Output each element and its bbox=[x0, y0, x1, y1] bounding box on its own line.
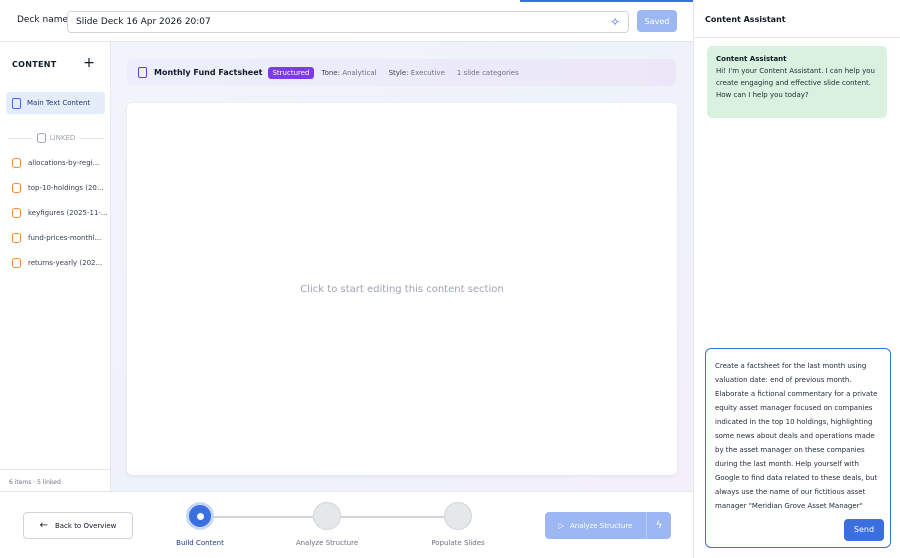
message-author: Content Assistant bbox=[716, 55, 787, 63]
back-to-overview-button[interactable]: ← Back to Overview bbox=[23, 512, 133, 539]
linked-item-label: top-10-holdings (20... bbox=[28, 184, 104, 192]
assistant-message: Content Assistant Hi! I'm your Content A… bbox=[707, 46, 887, 118]
sidebar-item-main-text-content[interactable]: Main Text Content bbox=[6, 92, 105, 114]
style-meta: Style: Executive bbox=[389, 69, 445, 77]
style-key: Style: bbox=[388, 68, 409, 77]
linked-item-label: allocations-by-regi... bbox=[28, 159, 100, 167]
tone-key: Tone: bbox=[321, 68, 340, 77]
linked-item-label: fund-prices-monthl... bbox=[28, 234, 102, 242]
add-content-icon[interactable]: + bbox=[83, 55, 95, 71]
saved-button[interactable]: Saved bbox=[637, 10, 677, 32]
bottom-bar: ← Back to Overview Build Content Analyze… bbox=[0, 491, 693, 558]
editor-placeholder: Click to start editing this content sect… bbox=[300, 283, 504, 295]
play-icon: ▷ bbox=[558, 521, 564, 530]
chat-input-text[interactable]: Create a factsheet for the last month us… bbox=[715, 359, 881, 519]
database-icon bbox=[36, 133, 46, 143]
analyze-label: Analyze Structure bbox=[570, 521, 633, 530]
step-label-populate: Populate Slides bbox=[431, 539, 485, 547]
linked-item-label: keyfigures (2025-11-... bbox=[28, 209, 108, 217]
sidebar-footer: 6 items · 5 linked bbox=[0, 469, 111, 491]
linked-item[interactable]: keyfigures (2025-11-... bbox=[12, 208, 108, 218]
lightning-icon[interactable]: ϟ bbox=[647, 520, 671, 531]
linked-item[interactable]: allocations-by-regi... bbox=[12, 158, 99, 168]
app-window: Deck name Slide Deck 16 Apr 2026 20:07 ✧… bbox=[0, 0, 900, 558]
sidebar-item-label: Main Text Content bbox=[27, 99, 91, 107]
step-populate-slides[interactable] bbox=[444, 502, 472, 530]
database-icon bbox=[12, 158, 21, 168]
tone-value: Analytical bbox=[342, 68, 377, 77]
active-step-dot bbox=[197, 513, 204, 520]
linked-item[interactable]: returns-yearly (202... bbox=[12, 258, 102, 268]
top-bar: Deck name Slide Deck 16 Apr 2026 20:07 ✧… bbox=[0, 0, 693, 42]
content-sidebar: CONTENT + Main Text Content LINKED alloc… bbox=[0, 42, 111, 491]
progress-accent bbox=[520, 0, 693, 2]
deck-name-label: Deck name bbox=[17, 15, 69, 25]
clipboard-icon bbox=[138, 67, 147, 78]
step-label-build: Build Content bbox=[176, 539, 224, 547]
database-icon bbox=[12, 258, 21, 268]
back-button-label: Back to Overview bbox=[54, 521, 117, 530]
status-badge: Structured bbox=[268, 66, 314, 79]
arrow-left-icon: ← bbox=[39, 520, 48, 531]
database-icon bbox=[12, 233, 21, 243]
analyze-structure-button[interactable]: ▷ Analyze Structure ϟ bbox=[545, 512, 671, 539]
step-label-analyze: Analyze Structure bbox=[295, 539, 359, 547]
linked-label: LINKED bbox=[49, 134, 76, 142]
step-analyze-structure[interactable] bbox=[313, 502, 341, 530]
analyze-main[interactable]: ▷ Analyze Structure bbox=[545, 522, 646, 530]
divider bbox=[694, 37, 900, 38]
content-editor[interactable]: Click to start editing this content sect… bbox=[127, 103, 677, 475]
document-icon bbox=[12, 97, 21, 109]
factsheet-title: Monthly Fund Factsheet bbox=[154, 68, 263, 77]
linked-divider: LINKED bbox=[8, 133, 105, 143]
chat-input[interactable]: Create a factsheet for the last month us… bbox=[705, 348, 891, 548]
database-icon bbox=[12, 208, 21, 218]
linked-item[interactable]: fund-prices-monthl... bbox=[12, 233, 101, 243]
sparkle-icon[interactable]: ✧ bbox=[610, 12, 620, 32]
content-header: CONTENT bbox=[12, 60, 57, 69]
linked-item[interactable]: top-10-holdings (20... bbox=[12, 183, 104, 193]
send-button[interactable]: Send bbox=[844, 519, 884, 541]
content-assistant-panel: Content Assistant Content Assistant Hi! … bbox=[693, 0, 900, 558]
divider-line bbox=[8, 137, 33, 139]
deck-name-input[interactable]: Slide Deck 16 Apr 2026 20:07 ✧ bbox=[67, 11, 629, 33]
deck-name-value: Slide Deck 16 Apr 2026 20:07 bbox=[76, 17, 211, 27]
factsheet-info-bar: Monthly Fund Factsheet Structured Tone: … bbox=[127, 59, 676, 86]
step-build-content[interactable] bbox=[186, 502, 214, 530]
tone-meta: Tone: Analytical bbox=[322, 69, 377, 77]
style-value: Executive bbox=[410, 68, 445, 77]
message-text: Hi! I'm your Content Assistant. I can he… bbox=[716, 67, 875, 99]
database-icon bbox=[12, 183, 21, 193]
linked-item-label: returns-yearly (202... bbox=[28, 259, 103, 267]
main-area: Monthly Fund Factsheet Structured Tone: … bbox=[111, 42, 693, 491]
categories-meta: 1 slide categories bbox=[456, 68, 519, 77]
assistant-title: Content Assistant bbox=[705, 15, 786, 24]
divider-line bbox=[79, 137, 105, 139]
